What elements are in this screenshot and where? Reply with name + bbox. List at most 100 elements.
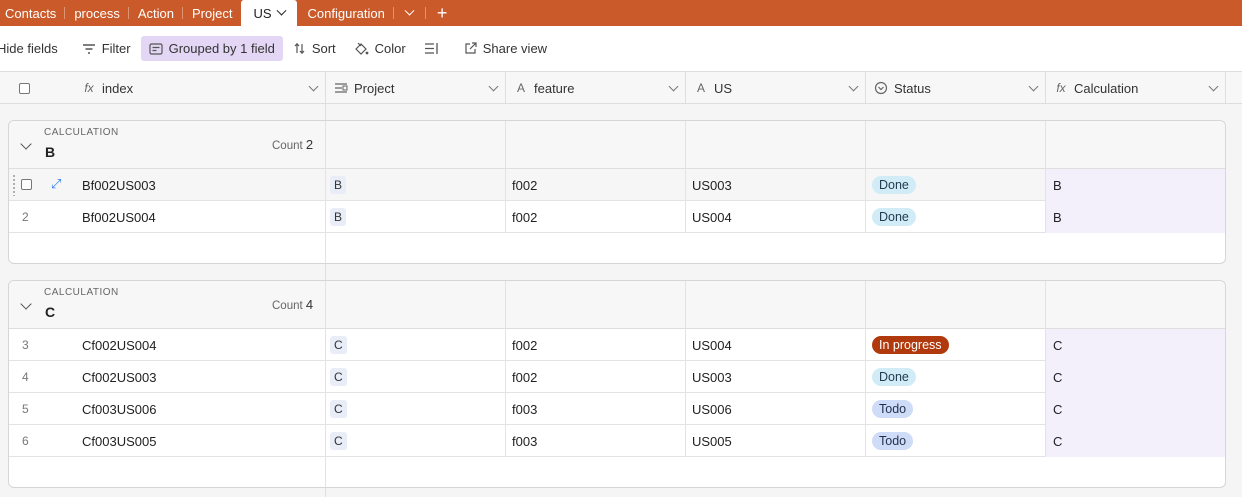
chevron-down-icon[interactable] — [668, 81, 679, 92]
status-badge: Todo — [872, 432, 914, 450]
column-header-project[interactable]: Project — [326, 72, 506, 104]
cell-feature[interactable]: f003 — [506, 393, 686, 425]
column-label: Project — [354, 80, 395, 96]
cell-us[interactable]: US003 — [686, 169, 866, 201]
color-button[interactable]: Color — [346, 36, 414, 61]
cell-calculation[interactable]: C — [1046, 361, 1225, 393]
link-icon — [335, 83, 348, 93]
cell-text: f002 — [512, 337, 538, 353]
cell-calculation[interactable]: B — [1046, 201, 1225, 233]
cell-project[interactable]: C — [326, 329, 506, 361]
column-header-index[interactable]: fx index — [74, 72, 326, 104]
linked-record-tag[interactable]: C — [330, 400, 347, 418]
cell-project[interactable]: C — [326, 425, 506, 457]
more-tabs-button[interactable] — [394, 0, 426, 26]
cell-calculation[interactable]: C — [1046, 425, 1225, 457]
cell-feature[interactable]: f002 — [506, 169, 686, 201]
tab-label: Configuration — [307, 5, 385, 21]
status-badge: Done — [872, 176, 916, 194]
linked-record-tag[interactable]: C — [330, 432, 347, 450]
cell-index[interactable]: Bf002US003 — [75, 169, 326, 201]
expand-record-icon[interactable]: ⤢ — [51, 176, 61, 192]
table-row[interactable]: 5 Cf003US006 C f003 US006 Todo C — [9, 393, 1225, 425]
cell-us[interactable]: US004 — [686, 329, 866, 361]
cell-index[interactable]: Cf003US005 — [75, 425, 326, 457]
cell-calculation[interactable]: B — [1046, 169, 1225, 201]
cell-text: C — [1053, 401, 1063, 417]
table-row[interactable]: 4 Cf002US003 C f002 US003 Done C — [9, 361, 1225, 393]
tab-contacts[interactable]: Contacts — [0, 0, 66, 26]
tab-process[interactable]: process — [65, 0, 129, 26]
cell-status[interactable]: Done — [866, 201, 1046, 233]
color-label: Color — [374, 41, 406, 56]
chevron-down-icon[interactable] — [848, 81, 859, 92]
cell-us[interactable]: US006 — [686, 393, 866, 425]
cell-feature[interactable]: f002 — [506, 329, 686, 361]
group-header[interactable]: CALCULATION B Count 2 — [9, 121, 1225, 169]
cell-status[interactable]: Done — [866, 169, 1046, 201]
add-table-button[interactable]: + — [425, 0, 460, 26]
select-all-checkbox[interactable] — [19, 82, 30, 94]
cell-text: B — [1053, 209, 1062, 225]
cell-us[interactable]: US005 — [686, 425, 866, 457]
cell-project[interactable]: C — [326, 361, 506, 393]
cell-status[interactable]: Done — [866, 361, 1046, 393]
cell-status[interactable]: Todo — [866, 425, 1046, 457]
tab-project[interactable]: Project — [183, 0, 241, 26]
cell-status[interactable]: In progress — [866, 329, 1046, 361]
share-view-button[interactable]: Share view — [456, 36, 555, 61]
paint-bucket-icon — [354, 42, 369, 55]
chevron-down-icon[interactable] — [308, 81, 319, 92]
linked-record-tag[interactable]: C — [330, 368, 347, 386]
cell-index[interactable]: Bf002US004 — [75, 201, 326, 233]
row-height-button[interactable] — [416, 36, 448, 61]
cell-us[interactable]: US003 — [686, 361, 866, 393]
cell-text: C — [1053, 433, 1063, 449]
cell-project[interactable]: B — [326, 169, 506, 201]
cell-project[interactable]: C — [326, 393, 506, 425]
column-header-us[interactable]: A US — [686, 72, 866, 104]
table-row[interactable]: ⤢ Bf002US003 B f002 US003 Done B — [9, 169, 1225, 201]
cell-text: US004 — [692, 337, 732, 353]
chevron-down-icon[interactable] — [276, 5, 286, 16]
sort-button[interactable]: Sort — [285, 36, 344, 61]
cell-calculation[interactable]: C — [1046, 393, 1225, 425]
cell-feature[interactable]: f003 — [506, 425, 686, 457]
linked-record-tag[interactable]: B — [330, 208, 347, 226]
tab-us[interactable]: US — [241, 0, 297, 26]
cell-calculation[interactable]: C — [1046, 329, 1225, 361]
select-all-cell — [0, 72, 74, 104]
cell-feature[interactable]: f002 — [506, 201, 686, 233]
cell-index[interactable]: Cf002US003 — [75, 361, 326, 393]
linked-record-tag[interactable]: B — [330, 176, 347, 194]
tab-configuration[interactable]: Configuration — [297, 0, 394, 26]
cell-text: US004 — [692, 209, 732, 225]
table-row[interactable]: 2 Bf002US004 B f002 US004 Done B — [9, 201, 1225, 233]
column-header-status[interactable]: Status — [866, 72, 1046, 104]
cell-index[interactable]: Cf003US006 — [75, 393, 326, 425]
table-row[interactable]: 3 Cf002US004 C f002 US004 In progress C — [9, 329, 1225, 361]
drag-handle-icon[interactable] — [12, 174, 17, 196]
tab-label: process — [74, 5, 120, 21]
filter-button[interactable]: Filter — [74, 36, 139, 61]
cell-status[interactable]: Todo — [866, 393, 1046, 425]
hide-fields-button[interactable]: Hide fields — [0, 36, 66, 61]
row-checkbox[interactable] — [21, 179, 32, 190]
column-header-calculation[interactable]: fx Calculation — [1046, 72, 1226, 104]
column-label: Status — [894, 80, 931, 96]
cell-index[interactable]: Cf002US004 — [75, 329, 326, 361]
linked-record-tag[interactable]: C — [330, 336, 347, 354]
group-header[interactable]: CALCULATION C Count 4 — [9, 281, 1225, 329]
cell-us[interactable]: US004 — [686, 201, 866, 233]
chevron-down-icon[interactable] — [1028, 81, 1039, 92]
group-button[interactable]: Grouped by 1 field — [140, 36, 283, 61]
table-row[interactable]: 6 Cf003US005 C f003 US005 Todo C — [9, 425, 1225, 457]
chevron-down-icon[interactable] — [1208, 81, 1219, 92]
cell-project[interactable]: B — [326, 201, 506, 233]
cell-feature[interactable]: f002 — [506, 361, 686, 393]
chevron-down-icon[interactable] — [488, 81, 499, 92]
tab-label: Action — [137, 5, 174, 21]
status-badge: Todo — [872, 400, 914, 418]
column-header-feature[interactable]: A feature — [506, 72, 686, 104]
tab-action[interactable]: Action — [129, 0, 183, 26]
